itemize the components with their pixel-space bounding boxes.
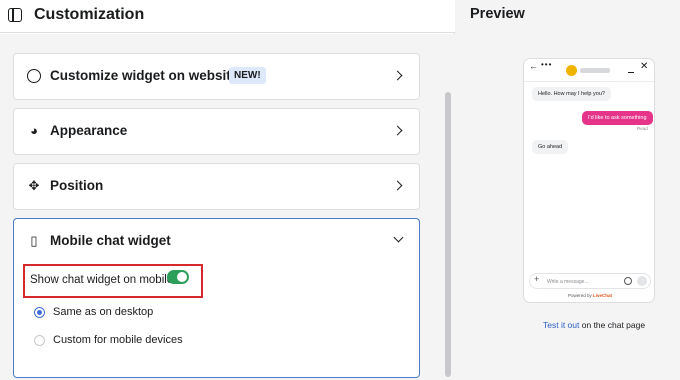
- message-composer: + Write a message... ↑: [529, 273, 651, 289]
- card-title: Customize widget on website: [50, 68, 239, 83]
- page-title: Customization: [34, 6, 145, 23]
- chat-message-visitor: I'd like to ask something: [582, 111, 653, 125]
- test-it-out-text: Test it out on the chat page: [543, 320, 645, 330]
- chat-message-agent: Go ahead: [532, 140, 569, 154]
- agent-avatar: [566, 65, 577, 76]
- card-title: Position: [50, 178, 104, 193]
- mobile-toggle-switch[interactable]: [167, 270, 189, 284]
- chat-message-agent: Hello. How may I help you?: [532, 87, 611, 101]
- more-options-icon: •••: [541, 60, 553, 69]
- card-appearance[interactable]: ◕ Appearance: [13, 108, 420, 155]
- customization-panel: Customization Customize widget on websit…: [0, 0, 455, 380]
- radio-same-as-desktop[interactable]: [34, 307, 45, 318]
- mobile-card-header[interactable]: ▯ Mobile chat widget: [14, 219, 419, 264]
- emoji-icon: [624, 277, 632, 285]
- divider: [524, 81, 654, 82]
- send-icon: ↑: [637, 276, 647, 286]
- palette-icon: ◕: [30, 123, 38, 138]
- close-icon: ✕: [640, 61, 649, 72]
- radio-custom-mobile[interactable]: [34, 335, 45, 346]
- chevron-right-icon: [392, 125, 403, 136]
- card-customize-widget[interactable]: Customize widget on website NEW!: [13, 53, 420, 100]
- panel-header: Customization: [0, 0, 455, 33]
- chevron-right-icon: [392, 70, 403, 81]
- message-input: Write a message...: [547, 279, 589, 285]
- new-badge: NEW!: [229, 67, 266, 84]
- minimize-icon: [628, 72, 634, 74]
- mobile-toggle-label: Show chat widget on mobile: [30, 274, 174, 286]
- chevron-right-icon: [392, 180, 403, 191]
- toggle-knob: [177, 272, 187, 282]
- powered-by: Powered by LiveChat: [524, 293, 654, 298]
- card-title: Mobile chat widget: [50, 233, 171, 248]
- card-mobile-chat-widget: ▯ Mobile chat widget Show chat widget on…: [13, 218, 420, 378]
- agent-name-placeholder: [580, 68, 610, 73]
- powered-by-label: Powered by: [567, 293, 592, 298]
- test-it-out-link[interactable]: Test it out: [543, 320, 579, 330]
- card-position[interactable]: ✥ Position: [13, 163, 420, 210]
- radio-label: Custom for mobile devices: [53, 334, 183, 346]
- sidebar-toggle-icon[interactable]: [8, 8, 22, 22]
- livechat-brand: LiveChat: [593, 293, 613, 298]
- radio-label: Same as on desktop: [53, 306, 154, 318]
- mobile-device-icon: ▯: [30, 233, 38, 248]
- settings-scroll-area: Customize widget on website NEW! ◕ Appea…: [0, 34, 455, 380]
- scrollbar-thumb[interactable]: [445, 92, 451, 377]
- chevron-down-icon: [393, 232, 404, 243]
- card-title: Appearance: [50, 123, 128, 138]
- preview-title: Preview: [470, 6, 525, 22]
- read-receipt: Read: [637, 126, 648, 131]
- globe-icon: [27, 69, 41, 83]
- chat-widget-preview: ← ••• ✕ Hello. How may I help you? I'd l…: [523, 58, 655, 303]
- move-arrows-icon: ✥: [28, 178, 40, 193]
- plus-icon: +: [534, 274, 540, 284]
- test-link-suffix: on the chat page: [579, 320, 646, 330]
- back-arrow-icon: ←: [529, 61, 538, 71]
